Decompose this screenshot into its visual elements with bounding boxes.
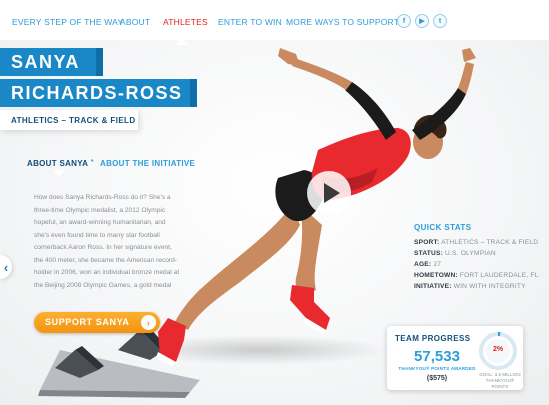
tab-separator: •	[91, 158, 94, 165]
stat-label: STATUS:	[414, 250, 443, 257]
support-button[interactable]: SUPPORT SANYA ›	[34, 312, 160, 333]
stat-label: INITIATIVE:	[414, 283, 452, 290]
play-video-button[interactable]	[307, 171, 351, 215]
stat-label: SPORT:	[414, 239, 440, 246]
athlete-first-name: SANYA	[0, 48, 103, 76]
nav-about[interactable]: ABOUT	[120, 17, 150, 27]
goal-text: GOAL: 3.5 MILLION THANKYOU® POINTS	[477, 372, 523, 390]
arrow-right-icon: ›	[141, 315, 156, 330]
stat-value: 27	[433, 261, 442, 268]
quick-stats-title: QUICK STATS	[414, 223, 472, 232]
youtube-icon[interactable]: ▶	[415, 14, 429, 28]
twitter-icon[interactable]: t	[433, 14, 447, 28]
points-awarded: 57,533	[414, 348, 460, 365]
stat-sport: SPORT: ATHLETICS – TRACK & FIELD	[414, 239, 538, 246]
support-button-label: SUPPORT SANYA	[45, 317, 130, 327]
nav-enter-to-win[interactable]: ENTER TO WIN	[218, 17, 282, 27]
nav-athletes[interactable]: ATHLETES	[163, 17, 208, 27]
tab-active-pointer	[53, 170, 65, 176]
goal-line-2: THANKYOU® POINTS	[485, 378, 515, 389]
stat-age: AGE: 27	[414, 261, 441, 268]
stat-hometown: HOMETOWN: FORT LAUDERDALE, FL	[414, 272, 539, 279]
last-name-text: RICHARDS-ROSS	[11, 83, 183, 103]
nav-active-pointer	[175, 38, 189, 45]
first-name-text: SANYA	[11, 52, 80, 72]
stat-initiative: INITIATIVE: WIN WITH INTEGRITY	[414, 283, 526, 290]
points-awarded-label: THANKYOU® POINTS AWARDED	[398, 366, 476, 371]
stat-status: STATUS: U.S. OLYMPIAN	[414, 250, 496, 257]
tab-about-initiative[interactable]: ABOUT THE INITIATIVE	[100, 159, 195, 168]
top-nav: EVERY STEP OF THE WAY ABOUT ATHLETES ENT…	[0, 0, 549, 44]
team-progress-card[interactable]: TEAM PROGRESS 57,533 THANKYOU® POINTS AW…	[387, 326, 523, 390]
banner-edge	[190, 79, 197, 107]
stat-value: FORT LAUDERDALE, FL	[459, 272, 539, 279]
stat-value: ATHLETICS – TRACK & FIELD	[441, 239, 539, 246]
stat-value: WIN WITH INTEGRITY	[453, 283, 526, 290]
athlete-bio: How does Sanya Richards-Ross do it? She'…	[34, 194, 180, 289]
dollars-raised: ($575)	[426, 375, 448, 382]
facebook-icon[interactable]: f	[397, 14, 411, 28]
nav-every-step[interactable]: EVERY STEP OF THE WAY	[12, 17, 123, 27]
athlete-last-name: RICHARDS-ROSS	[0, 79, 197, 107]
banner-edge	[96, 48, 103, 76]
stat-label: HOMETOWN:	[414, 272, 458, 279]
progress-percent: 2%	[492, 346, 504, 353]
stat-label: AGE:	[414, 261, 432, 268]
stat-value: U.S. OLYMPIAN	[445, 250, 496, 257]
tab-about-sanya[interactable]: ABOUT SANYA	[27, 159, 88, 168]
team-progress-title: TEAM PROGRESS	[395, 334, 471, 343]
nav-more-ways[interactable]: MORE WAYS TO SUPPORT	[286, 17, 399, 27]
sport-tag: ATHLETICS – TRACK & FIELD	[0, 110, 138, 130]
